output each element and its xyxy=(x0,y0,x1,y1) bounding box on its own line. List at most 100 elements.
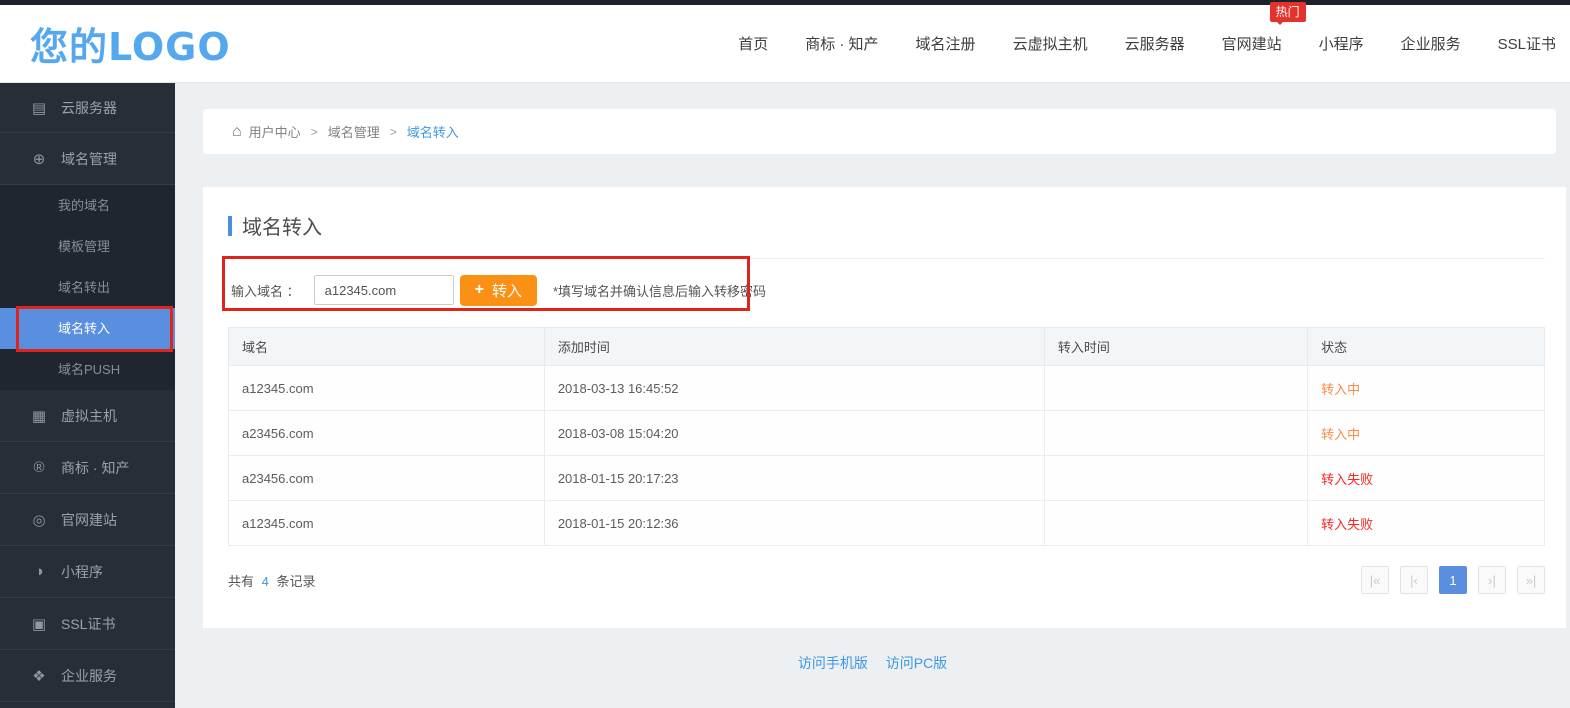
nav-item-website-builder-label: 官网建站 xyxy=(1222,36,1282,53)
col-header-added-time: 添加时间 xyxy=(544,328,1044,366)
pc-version-link[interactable]: 访问PC版 xyxy=(886,655,947,671)
mobile-version-link[interactable]: 访问手机版 xyxy=(798,655,868,671)
domain-management-submenu: 我的域名 模板管理 域名转出 域名转入 域名PUSH xyxy=(0,185,175,390)
transfer-in-form: 输入域名 ： + 转入 *填写域名并确认信息后输入转移密码 xyxy=(228,259,1545,321)
breadcrumb-domain-transfer-in[interactable]: 域名转入 xyxy=(407,122,459,141)
plus-icon: + xyxy=(475,281,484,299)
sidebar-item-label: 官网建站 xyxy=(61,510,117,530)
registered-trademark-icon: ® xyxy=(30,459,48,476)
pagination-prev-button[interactable]: |‹ xyxy=(1400,566,1428,594)
table-row: a23456.com 2018-03-08 15:04:20 转入中 xyxy=(229,411,1545,456)
cell-transfer-time xyxy=(1044,501,1307,546)
cell-status: 转入中 xyxy=(1308,366,1545,411)
nav-item-cloud-server[interactable]: 云服务器 xyxy=(1125,33,1185,54)
sidebar: ▤ 云服务器 ⊕ 域名管理 我的域名 模板管理 域名转出 域名转入 域名PUSH… xyxy=(0,83,175,708)
summary-count: 4 xyxy=(262,574,269,589)
col-header-status: 状态 xyxy=(1308,328,1545,366)
enterprise-icon: ❖ xyxy=(30,667,48,685)
title-accent-bar xyxy=(228,216,232,236)
nav-item-enterprise-service[interactable]: 企业服务 xyxy=(1401,33,1461,54)
table-row: a12345.com 2018-03-13 16:45:52 转入中 xyxy=(229,366,1545,411)
breadcrumb-separator: > xyxy=(311,125,318,139)
sidebar-subitem-domain-transfer-out[interactable]: 域名转出 xyxy=(0,267,175,308)
sidebar-item-label: 虚拟主机 xyxy=(61,406,117,426)
sidebar-item-label: 商标 · 知产 xyxy=(61,458,129,478)
sidebar-item-label: 小程序 xyxy=(61,562,103,582)
cell-status: 转入失败 xyxy=(1308,501,1545,546)
sidebar-item-label: 企业服务 xyxy=(61,666,117,686)
sidebar-item-website-builder[interactable]: ◎ 官网建站 xyxy=(0,494,175,546)
cell-added-time: 2018-03-08 15:04:20 xyxy=(544,411,1044,456)
table-footer: 共有 4 条记录 |« |‹ 1 ›| »| xyxy=(228,566,1545,594)
sidebar-subitem-my-domains[interactable]: 我的域名 xyxy=(0,185,175,226)
table-header-row: 域名 添加时间 转入时间 状态 xyxy=(229,328,1545,366)
home-icon: ⌂ xyxy=(232,123,242,141)
transfer-records-table: 域名 添加时间 转入时间 状态 a12345.com 2018-03-13 16… xyxy=(228,327,1545,546)
nav-item-domain-register[interactable]: 域名注册 xyxy=(916,33,976,54)
transfer-in-button[interactable]: + 转入 xyxy=(460,275,537,306)
page-title: 域名转入 xyxy=(228,211,1545,240)
nav-item-miniprogram[interactable]: 小程序 xyxy=(1319,33,1364,54)
table-row: a23456.com 2018-01-15 20:17:23 转入失败 xyxy=(229,456,1545,501)
website-icon: ◎ xyxy=(30,511,48,529)
cell-status: 转入失败 xyxy=(1308,456,1545,501)
nav-item-cloud-virtual-host[interactable]: 云虚拟主机 xyxy=(1013,33,1088,54)
pagination-last-button[interactable]: »| xyxy=(1517,566,1545,594)
cell-domain: a23456.com xyxy=(229,456,545,501)
nav-item-website-builder[interactable]: 官网建站 热门 xyxy=(1222,33,1282,54)
cell-domain: a12345.com xyxy=(229,501,545,546)
footer-links: 访问手机版 访问PC版 xyxy=(175,653,1570,673)
sidebar-item-label: 域名管理 xyxy=(61,149,117,169)
site-logo[interactable]: 您的LOGO xyxy=(30,16,231,71)
cell-added-time: 2018-01-15 20:17:23 xyxy=(544,456,1044,501)
sidebar-item-label: 云服务器 xyxy=(61,98,117,118)
sidebar-item-label: SSL证书 xyxy=(61,614,115,634)
sidebar-subitem-template-management[interactable]: 模板管理 xyxy=(0,226,175,267)
sidebar-item-domain-management[interactable]: ⊕ 域名管理 xyxy=(0,133,175,185)
summary-suffix: 条记录 xyxy=(277,574,316,589)
host-icon: ▦ xyxy=(30,407,48,425)
breadcrumb-user-center[interactable]: 用户中心 xyxy=(249,122,301,141)
nav-item-ssl-cert[interactable]: SSL证书 xyxy=(1498,33,1556,54)
cell-transfer-time xyxy=(1044,456,1307,501)
globe-icon: ⊕ xyxy=(30,150,48,168)
summary-prefix: 共有 xyxy=(228,574,254,589)
sidebar-subitem-domain-push[interactable]: 域名PUSH xyxy=(0,349,175,390)
breadcrumb: ⌂ 用户中心 > 域名管理 > 域名转入 xyxy=(203,109,1556,154)
top-nav: 首页 商标 · 知产 域名注册 云虚拟主机 云服务器 官网建站 热门 小程序 企… xyxy=(701,33,1556,54)
cell-status: 转入中 xyxy=(1308,411,1545,456)
sidebar-item-ssl-cert[interactable]: ▣ SSL证书 xyxy=(0,598,175,650)
sidebar-item-virtual-host[interactable]: ▦ 虚拟主机 xyxy=(0,390,175,442)
page-title-text: 域名转入 xyxy=(242,211,322,240)
cell-added-time: 2018-03-13 16:45:52 xyxy=(544,366,1044,411)
sidebar-item-cloud-server[interactable]: ▤ 云服务器 xyxy=(0,83,175,133)
breadcrumb-domain-management[interactable]: 域名管理 xyxy=(328,122,380,141)
sidebar-item-enterprise-service[interactable]: ❖ 企业服务 xyxy=(0,650,175,702)
nav-item-trademark[interactable]: 商标 · 知产 xyxy=(805,33,878,54)
cell-transfer-time xyxy=(1044,366,1307,411)
col-header-transfer-time: 转入时间 xyxy=(1044,328,1307,366)
sidebar-item-trademark[interactable]: ® 商标 · 知产 xyxy=(0,442,175,494)
pagination-first-button[interactable]: |« xyxy=(1361,566,1389,594)
pagination: |« |‹ 1 ›| »| xyxy=(1350,566,1545,594)
form-hint-text: *填写域名并确认信息后输入转移密码 xyxy=(553,281,766,300)
col-header-domain: 域名 xyxy=(229,328,545,366)
domain-input[interactable] xyxy=(314,275,454,305)
nav-item-home[interactable]: 首页 xyxy=(738,33,768,54)
content-area: ⌂ 用户中心 > 域名管理 > 域名转入 域名转入 输入域名 ： + 转入 *填… xyxy=(175,83,1570,708)
pagination-page-1[interactable]: 1 xyxy=(1439,566,1467,594)
breadcrumb-separator: > xyxy=(390,125,397,139)
cell-added-time: 2018-01-15 20:12:36 xyxy=(544,501,1044,546)
cell-transfer-time xyxy=(1044,411,1307,456)
record-count-summary: 共有 4 条记录 xyxy=(228,571,316,590)
sidebar-subitem-domain-transfer-in[interactable]: 域名转入 xyxy=(0,308,175,349)
certificate-icon: ▣ xyxy=(30,615,48,633)
cell-domain: a23456.com xyxy=(229,411,545,456)
transfer-in-button-label: 转入 xyxy=(492,280,522,301)
sidebar-item-miniprogram[interactable]: ◑ 小程序 xyxy=(0,546,175,598)
pagination-next-button[interactable]: ›| xyxy=(1478,566,1506,594)
server-icon: ▤ xyxy=(30,99,48,117)
domain-transfer-in-panel: 域名转入 输入域名 ： + 转入 *填写域名并确认信息后输入转移密码 域名 添加… xyxy=(203,187,1566,628)
hot-badge: 热门 xyxy=(1270,2,1306,22)
header: 您的LOGO 首页 商标 · 知产 域名注册 云虚拟主机 云服务器 官网建站 热… xyxy=(0,5,1570,83)
